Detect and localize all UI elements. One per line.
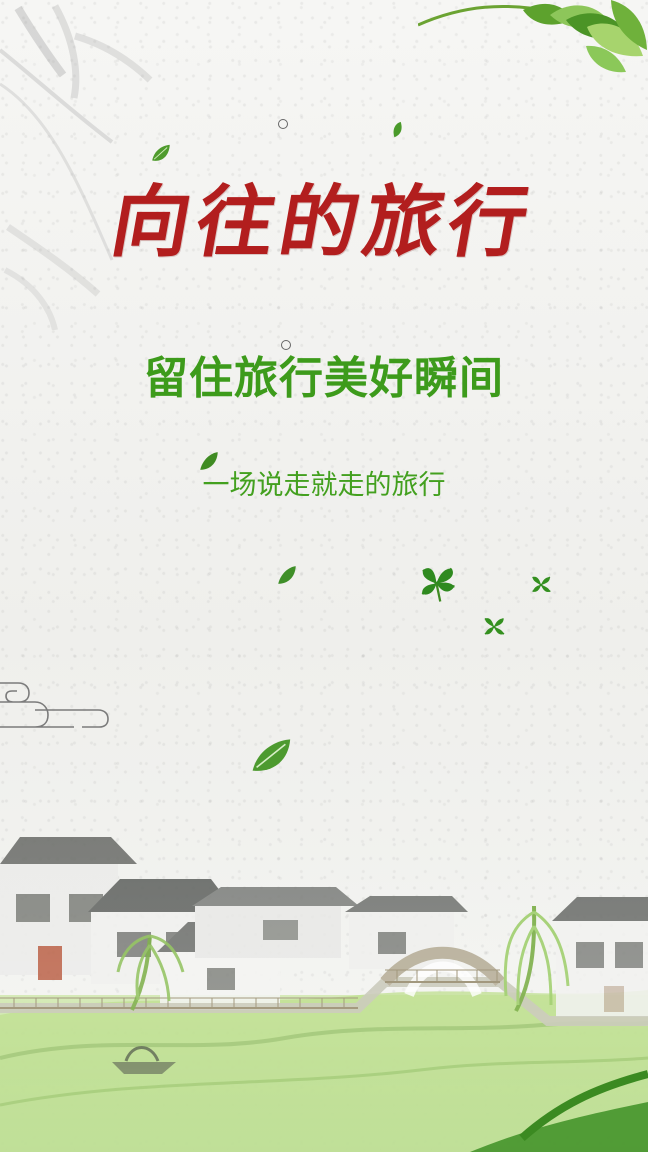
- poster-title: 向往的旅行: [104, 177, 541, 268]
- poster-subtitle: 留住旅行美好瞬间: [144, 353, 504, 404]
- poster-tagline: 一场说走就走的旅行: [202, 470, 446, 501]
- travel-poster: 向往的旅行 留住旅行美好瞬间 一场说走就走的旅行: [0, 0, 648, 1152]
- ornament-dot: [278, 119, 288, 129]
